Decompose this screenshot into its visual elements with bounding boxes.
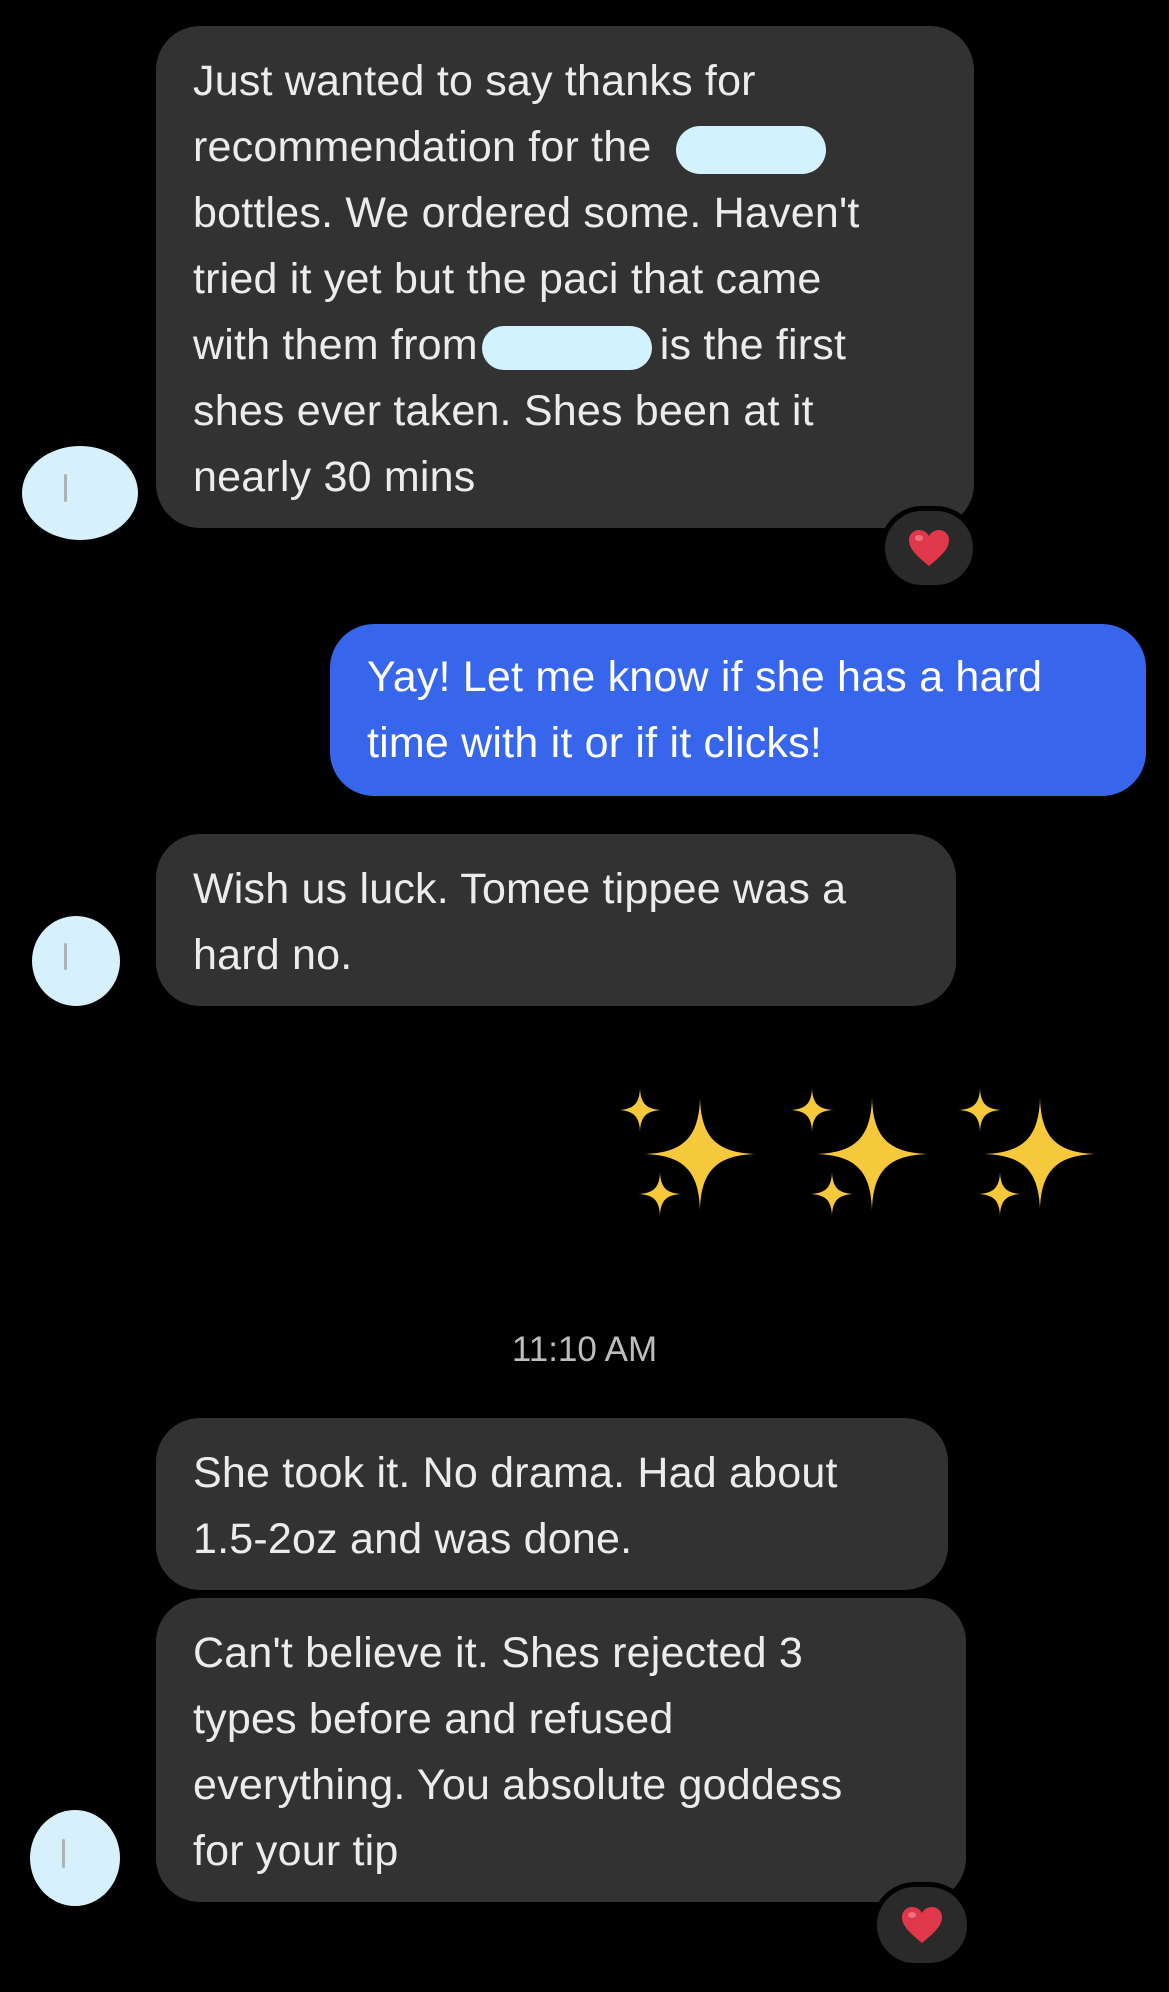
message-text: Wish us luck. Tomee tippee was a: [193, 865, 847, 913]
sparkles-emoji: [618, 1088, 1096, 1216]
message-text: types before and refused: [193, 1695, 674, 1743]
message-text: recommendation for the: [193, 123, 652, 171]
contact-avatar[interactable]: [22, 446, 138, 540]
contact-avatar[interactable]: [30, 1810, 120, 1906]
outgoing-message-bubble[interactable]: Yay! Let me know if she has a hard time …: [330, 624, 1146, 796]
heart-reaction[interactable]: [872, 1882, 972, 1968]
sparkle-icon: [790, 1088, 928, 1216]
message-text: She took it. No drama. Had about: [193, 1449, 838, 1497]
message-text: shes ever taken. Shes been at it: [193, 387, 814, 435]
sparkles-emoji-message[interactable]: [612, 1082, 1102, 1232]
message-text: is the first: [659, 321, 847, 369]
message-text: Just wanted to say thanks for: [193, 57, 756, 105]
message-text: Yay! Let me know if she has a hard: [367, 653, 1043, 701]
message-text: everything. You absolute goddess: [193, 1761, 843, 1809]
message-text: 1.5-2oz and was done.: [193, 1515, 633, 1563]
incoming-message-bubble[interactable]: Can't believe it. Shes rejected 3 types …: [156, 1598, 966, 1902]
redacted-brand: [675, 125, 826, 174]
contact-avatar[interactable]: [32, 916, 120, 1006]
message-thread: Just wanted to say thanks for recommenda…: [0, 0, 1169, 1992]
incoming-message-bubble[interactable]: Wish us luck. Tomee tippee was a hard no…: [156, 834, 956, 1006]
message-text: tried it yet but the paci that came: [193, 255, 822, 303]
message-text: time with it or if it clicks!: [367, 719, 822, 767]
incoming-message-bubble[interactable]: Just wanted to say thanks for recommenda…: [156, 26, 974, 528]
heart-reaction[interactable]: [880, 506, 978, 590]
incoming-message-bubble[interactable]: She took it. No drama. Had about 1.5-2oz…: [156, 1418, 948, 1590]
redacted-brand: [481, 325, 652, 370]
message-text: nearly 30 mins: [193, 453, 476, 501]
heart-icon: [909, 530, 949, 566]
message-text: Can't believe it. Shes rejected 3: [193, 1629, 803, 1677]
message-timestamp: 11:10 AM: [511, 1330, 658, 1369]
sparkle-icon: [958, 1088, 1096, 1216]
sparkle-icon: [618, 1088, 756, 1216]
heart-icon: [902, 1907, 942, 1943]
message-text: hard no.: [193, 931, 353, 979]
message-text: for your tip: [193, 1827, 399, 1875]
message-text: bottles. We ordered some. Haven't: [193, 189, 860, 237]
message-text: with them from: [193, 321, 478, 369]
